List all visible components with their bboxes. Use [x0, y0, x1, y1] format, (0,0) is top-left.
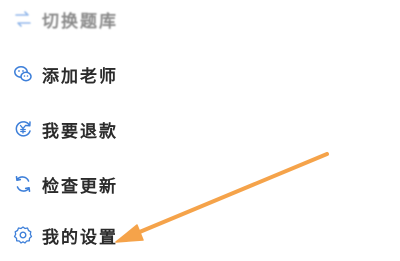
switch-bank-icon [12, 8, 34, 30]
settings-gear-icon [12, 224, 34, 246]
menu-item-label: 我要退款 [42, 121, 118, 142]
menu-item-label: 切换题库 [42, 11, 118, 32]
menu-item-refund[interactable]: 我要退款 [12, 114, 118, 144]
wechat-icon [12, 63, 34, 85]
refresh-icon [12, 173, 34, 195]
menu-item-label: 我的设置 [42, 227, 118, 248]
menu-item-check-update[interactable]: 检查更新 [12, 169, 118, 199]
menu-item-switch-bank[interactable]: 切换题库 [12, 4, 118, 34]
menu-item-add-teacher[interactable]: 添加老师 [12, 59, 118, 89]
menu-item-label: 添加老师 [42, 66, 118, 87]
menu-item-label: 检查更新 [42, 176, 118, 197]
refund-icon [12, 118, 34, 140]
menu-item-settings[interactable]: 我的设置 [12, 220, 118, 250]
menu-screen: 切换题库 添加老师 我要退款 检查更新 我的设置 [0, 0, 400, 261]
